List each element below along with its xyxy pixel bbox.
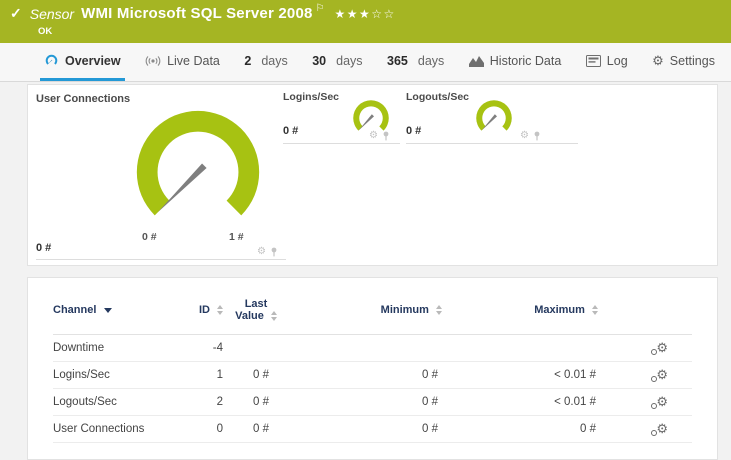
gear-icon: ⚙	[652, 53, 664, 68]
gauge-settings-gear-icon[interactable]: ⚙	[520, 131, 529, 141]
tab-log[interactable]: Log	[582, 43, 632, 81]
tab-live-data[interactable]: Live Data	[141, 43, 224, 81]
channel-name: Logins/Sec	[53, 361, 193, 389]
channel-table: Channel ID Last Value Minimum Maximum Do…	[53, 290, 692, 443]
channel-id: 0	[193, 415, 229, 443]
sort-icon	[217, 305, 223, 316]
logouts-gauge	[476, 100, 512, 131]
maximum-value: 0 #	[452, 415, 608, 443]
column-header-maximum[interactable]: Maximum	[452, 290, 608, 335]
gauge-scale-max: 1 #	[229, 231, 244, 243]
tab-historic-data[interactable]: Historic Data	[465, 43, 566, 81]
tab-bar: Overview Live Data 2 days 30 days 365 da…	[0, 43, 731, 82]
table-row: Logouts/Sec 2 0 # 0 # < 0.01 # ⚙	[53, 388, 692, 416]
log-icon	[585, 54, 601, 67]
flag-icon[interactable]: ⚐	[316, 3, 325, 14]
last-value: 0 #	[229, 415, 287, 443]
pin-icon[interactable]	[533, 131, 541, 141]
tab-365-days[interactable]: 365 days	[383, 43, 448, 81]
chart-icon	[468, 55, 484, 67]
sort-icon	[592, 305, 598, 316]
column-header-id[interactable]: ID	[193, 290, 229, 335]
gauge-settings-gear-icon[interactable]: ⚙	[369, 131, 378, 141]
gauge-value: 0 #	[406, 125, 422, 137]
status-badge: OK	[38, 26, 53, 37]
gauge-scale-min: 0 #	[142, 231, 157, 243]
tab-label: Overview	[65, 53, 121, 68]
tab-settings[interactable]: ⚙ Settings	[648, 43, 719, 81]
gauge-value: 0 #	[36, 242, 52, 254]
gauge-needle	[358, 114, 375, 131]
pin-icon[interactable]	[270, 247, 278, 257]
table-row: User Connections 0 0 # 0 # 0 # ⚙	[53, 415, 692, 443]
tab-label: Live Data	[167, 53, 220, 68]
column-header-channel[interactable]: Channel	[53, 290, 193, 335]
column-header-minimum[interactable]: Minimum	[287, 290, 452, 335]
minimum-value	[287, 334, 452, 362]
maximum-value: < 0.01 #	[452, 361, 608, 389]
table-header-row: Channel ID Last Value Minimum Maximum	[53, 290, 692, 335]
channel-id: -4	[193, 334, 229, 362]
tab-label: Historic Data	[489, 53, 562, 68]
channel-id: 2	[193, 388, 229, 416]
tab-label: days	[336, 53, 363, 68]
live-data-icon	[145, 55, 161, 67]
sort-desc-icon	[104, 307, 113, 313]
tab-number: 30	[312, 53, 327, 68]
channel-settings-gear-icon[interactable]: ⚙	[651, 395, 668, 409]
gauge-widget-logouts: Logouts/Sec 0 # ⚙	[406, 91, 578, 144]
minimum-value: 0 #	[287, 415, 452, 443]
tab-label: days	[261, 53, 288, 68]
tab-2-days[interactable]: 2 days	[240, 43, 291, 81]
page-title: WMI Microsoft SQL Server 2008	[81, 5, 313, 22]
gauge-title: User Connections	[36, 93, 131, 105]
gauge-icon	[44, 54, 59, 68]
channel-name: Downtime	[53, 334, 193, 362]
priority-stars[interactable]: ★★★☆☆	[335, 7, 396, 21]
gauge-needle	[157, 163, 207, 213]
tab-overview[interactable]: Overview	[40, 43, 125, 81]
column-header-last-value[interactable]: Last Value	[229, 290, 287, 335]
table-row: Logins/Sec 1 0 # 0 # < 0.01 # ⚙	[53, 361, 692, 389]
sort-icon	[436, 305, 442, 316]
tab-number: 365	[387, 53, 408, 68]
gauge-title: Logouts/Sec	[406, 91, 470, 103]
channel-name: User Connections	[53, 415, 193, 443]
tab-number: 2	[244, 53, 252, 68]
status-ok-checkmark-icon: ✓	[10, 5, 22, 21]
maximum-value: < 0.01 #	[452, 388, 608, 416]
last-value: 0 #	[229, 388, 287, 416]
sensor-header: ✓ Sensor WMI Microsoft SQL Server 2008 ⚐…	[0, 0, 731, 43]
tab-label: days	[417, 53, 445, 68]
user-connections-gauge	[136, 110, 260, 216]
gauge-settings-gear-icon[interactable]: ⚙	[257, 247, 266, 257]
minimum-value: 0 #	[287, 361, 452, 389]
object-kind-label: Sensor	[29, 5, 75, 22]
tab-label: Settings	[669, 53, 715, 68]
gauge-widget-logins: Logins/Sec 0 # ⚙	[283, 91, 400, 144]
maximum-value	[452, 334, 608, 362]
minimum-value: 0 #	[287, 388, 452, 416]
pin-icon[interactable]	[382, 131, 390, 141]
gauge-title: Logins/Sec	[283, 91, 340, 103]
channel-table-panel: Channel ID Last Value Minimum Maximum Do…	[27, 277, 718, 460]
gauge-needle	[481, 114, 498, 131]
channel-settings-gear-icon[interactable]: ⚙	[651, 422, 668, 436]
channel-settings-gear-icon[interactable]: ⚙	[651, 368, 668, 382]
channel-settings-gear-icon[interactable]: ⚙	[651, 341, 668, 355]
last-value: 0 #	[229, 361, 287, 389]
gauge-value: 0 #	[283, 125, 299, 137]
tab-label: Log	[606, 53, 628, 68]
sort-icon	[270, 311, 277, 322]
channel-id: 1	[193, 361, 229, 389]
overview-gauges-panel: User Connections 0 # 1 # 0 # ⚙ Logins/Se…	[27, 84, 718, 266]
gauge-widget-user-connections: User Connections 0 # 1 # 0 # ⚙	[36, 91, 286, 260]
tab-30-days[interactable]: 30 days	[308, 43, 366, 81]
last-value	[229, 334, 287, 362]
channel-name: Logouts/Sec	[53, 388, 193, 416]
table-row: Downtime -4 ⚙	[53, 334, 692, 362]
